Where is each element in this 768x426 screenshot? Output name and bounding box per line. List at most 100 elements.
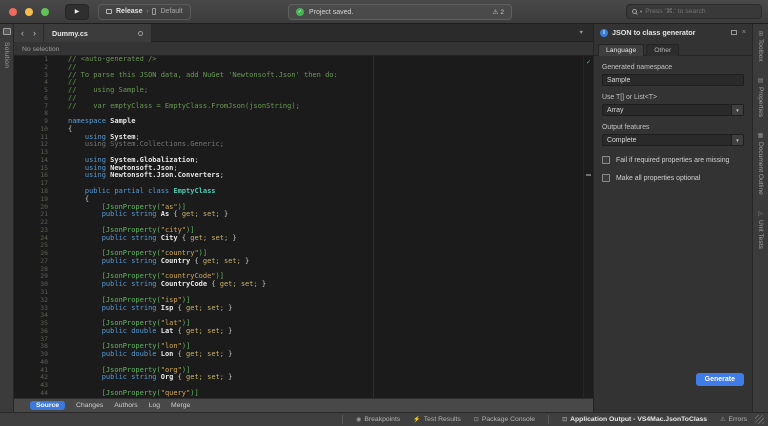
line-number: 44 [14, 390, 48, 398]
search-field[interactable]: ▾ [626, 4, 762, 19]
namespace-input[interactable] [602, 74, 744, 86]
code-line: // To parse this JSON data, add NuGet 'N… [68, 72, 593, 80]
minimize-window-button[interactable] [25, 8, 33, 16]
unit-tests-icon: ▷ [757, 210, 764, 217]
list-type-value: Array [603, 107, 731, 114]
panel-header-icons: × [731, 29, 746, 36]
code-line: public string Isp { get; set; } [68, 305, 593, 313]
generate-button[interactable]: Generate [696, 373, 744, 386]
editor-column: ‹ › Dummy.cs ▼ No selection 123456789101… [14, 24, 593, 412]
line-number: 1 [14, 56, 48, 64]
status-item-test-results[interactable]: ⚡Test Results [413, 416, 461, 423]
status-separator [342, 415, 343, 424]
vcs-tab-merge[interactable]: Merge [171, 402, 190, 409]
dock-tab-label: Properties [757, 87, 764, 117]
configuration-selector[interactable]: Release › Default [98, 4, 191, 20]
output-features-label: Output features [602, 124, 744, 131]
output-features-value: Complete [603, 137, 731, 144]
device-label: Default [160, 8, 182, 15]
vcs-tab-log[interactable]: Log [149, 402, 160, 409]
no-errors-check-icon: ✓ [584, 58, 593, 66]
optional-properties-label: Make all properties optional [616, 175, 700, 182]
status-item-breakpoints[interactable]: ◉Breakpoints [356, 416, 400, 423]
solution-pad-icon[interactable] [3, 28, 11, 35]
warning-counter[interactable]: ⚠ 2 [493, 8, 504, 16]
run-button[interactable]: ▶ [65, 4, 89, 20]
dock-tab-label: Document Outline [757, 142, 764, 195]
resize-grip-icon[interactable] [755, 415, 764, 424]
code-line: public string Country { get; set; } [68, 258, 593, 266]
list-type-label: Use T[] or List<T> [602, 94, 744, 101]
breadcrumb[interactable]: No selection [14, 42, 593, 56]
vcs-tab-source[interactable]: Source [30, 401, 65, 410]
main-area: Solution ‹ › Dummy.cs ▼ No selection 123… [0, 24, 768, 412]
close-window-button[interactable] [9, 8, 17, 16]
zoom-window-button[interactable] [41, 8, 49, 16]
device-icon [152, 8, 156, 15]
line-number: 7 [14, 103, 48, 111]
search-input[interactable] [645, 8, 756, 15]
configuration-icon [106, 9, 112, 14]
chevron-down-icon[interactable]: ▼ [731, 105, 743, 115]
navigate-back-icon[interactable]: ‹ [21, 28, 24, 38]
chevron-down-icon[interactable]: ▼ [731, 135, 743, 145]
status-separator [548, 415, 549, 424]
document-outline-icon: ▦ [757, 132, 764, 139]
status-item-application-output-vs4mac-jsontoclass[interactable]: ⊡Application Output - VS4Mac.JsonToClass [562, 416, 707, 423]
editor-tab-dummy-cs[interactable]: Dummy.cs [43, 24, 151, 42]
output-features-select[interactable]: Complete ▼ [602, 134, 744, 146]
dock-tab-unit-tests[interactable]: ▷Unit Tests [757, 210, 764, 249]
dock-tab-solution[interactable]: Solution [3, 42, 10, 68]
fail-required-checkbox[interactable] [602, 156, 610, 164]
tab-navigation: ‹ › [14, 24, 43, 42]
status-item-icon: ⚠ [720, 416, 725, 423]
status-item-errors[interactable]: ⚠Errors [720, 416, 747, 423]
dock-tab-properties[interactable]: ▤Properties [757, 77, 764, 117]
status-item-label: Errors [728, 416, 747, 423]
search-icon [632, 9, 637, 14]
code-line: public string City { get; set; } [68, 235, 593, 243]
code-editor[interactable]: 1234567891011121314151617181920212223242… [14, 56, 593, 398]
info-icon: i [600, 29, 608, 37]
list-type-select[interactable]: Array ▼ [602, 104, 744, 116]
panel-tab-other[interactable]: Other [646, 44, 679, 56]
code-line: // var emptyClass = EmptyClass.FromJson(… [68, 103, 593, 111]
line-number: 2 [14, 64, 48, 72]
status-item-icon: ⊡ [562, 416, 567, 423]
panel-title: JSON to class generator [612, 28, 696, 37]
code-line: namespace Sample [68, 118, 593, 126]
line-number: 8 [14, 110, 48, 118]
play-icon: ▶ [75, 8, 80, 15]
breadcrumb-label: No selection [22, 46, 59, 53]
panel-header: i JSON to class generator × [594, 24, 752, 41]
status-item-label: Breakpoints [364, 416, 400, 423]
close-icon[interactable]: × [742, 29, 746, 36]
version-control-tabs: Source Changes Authors Log Merge [14, 398, 593, 412]
toolbox-icon: ⊞ [757, 31, 764, 36]
status-item-package-console[interactable]: ⊡Package Console [474, 416, 535, 423]
vcs-tab-authors[interactable]: Authors [114, 402, 137, 409]
panel-tab-language[interactable]: Language [598, 44, 644, 56]
code-line: [JsonProperty("query")] [68, 390, 593, 398]
navigate-forward-icon[interactable]: › [33, 28, 36, 38]
panel-body: Generated namespace Use T[] or List<T> A… [594, 56, 752, 412]
dock-tab-document-outline[interactable]: ▦ Document Outline [757, 132, 764, 195]
dock-tab-toolbox[interactable]: ⊞Toolbox [757, 31, 764, 62]
status-bar: ◉Breakpoints⚡Test Results⊡Package Consol… [0, 412, 768, 426]
dock-icon[interactable] [731, 30, 737, 35]
json-to-class-panel: i JSON to class generator × LanguageOthe… [593, 24, 752, 412]
search-dropdown-icon: ▾ [640, 9, 642, 15]
tab-overflow-icon[interactable]: ▼ [579, 24, 593, 42]
status-item-label: Package Console [482, 416, 535, 423]
left-dock-strip: Solution [0, 24, 14, 412]
code-lines: // <auto-generated />//// To parse this … [54, 56, 593, 398]
optional-properties-checkbox[interactable] [602, 174, 610, 182]
fail-required-checkbox-row[interactable]: Fail if required properties are missing [602, 156, 744, 164]
line-number: 6 [14, 95, 48, 103]
configuration-label: Release [116, 8, 142, 15]
modified-indicator-icon[interactable] [138, 31, 143, 36]
vcs-tab-changes[interactable]: Changes [76, 402, 103, 409]
optional-properties-checkbox-row[interactable]: Make all properties optional [602, 174, 744, 182]
code-line: // using Sample; [68, 87, 593, 95]
code-line: public double Lat { get; set; } [68, 328, 593, 336]
